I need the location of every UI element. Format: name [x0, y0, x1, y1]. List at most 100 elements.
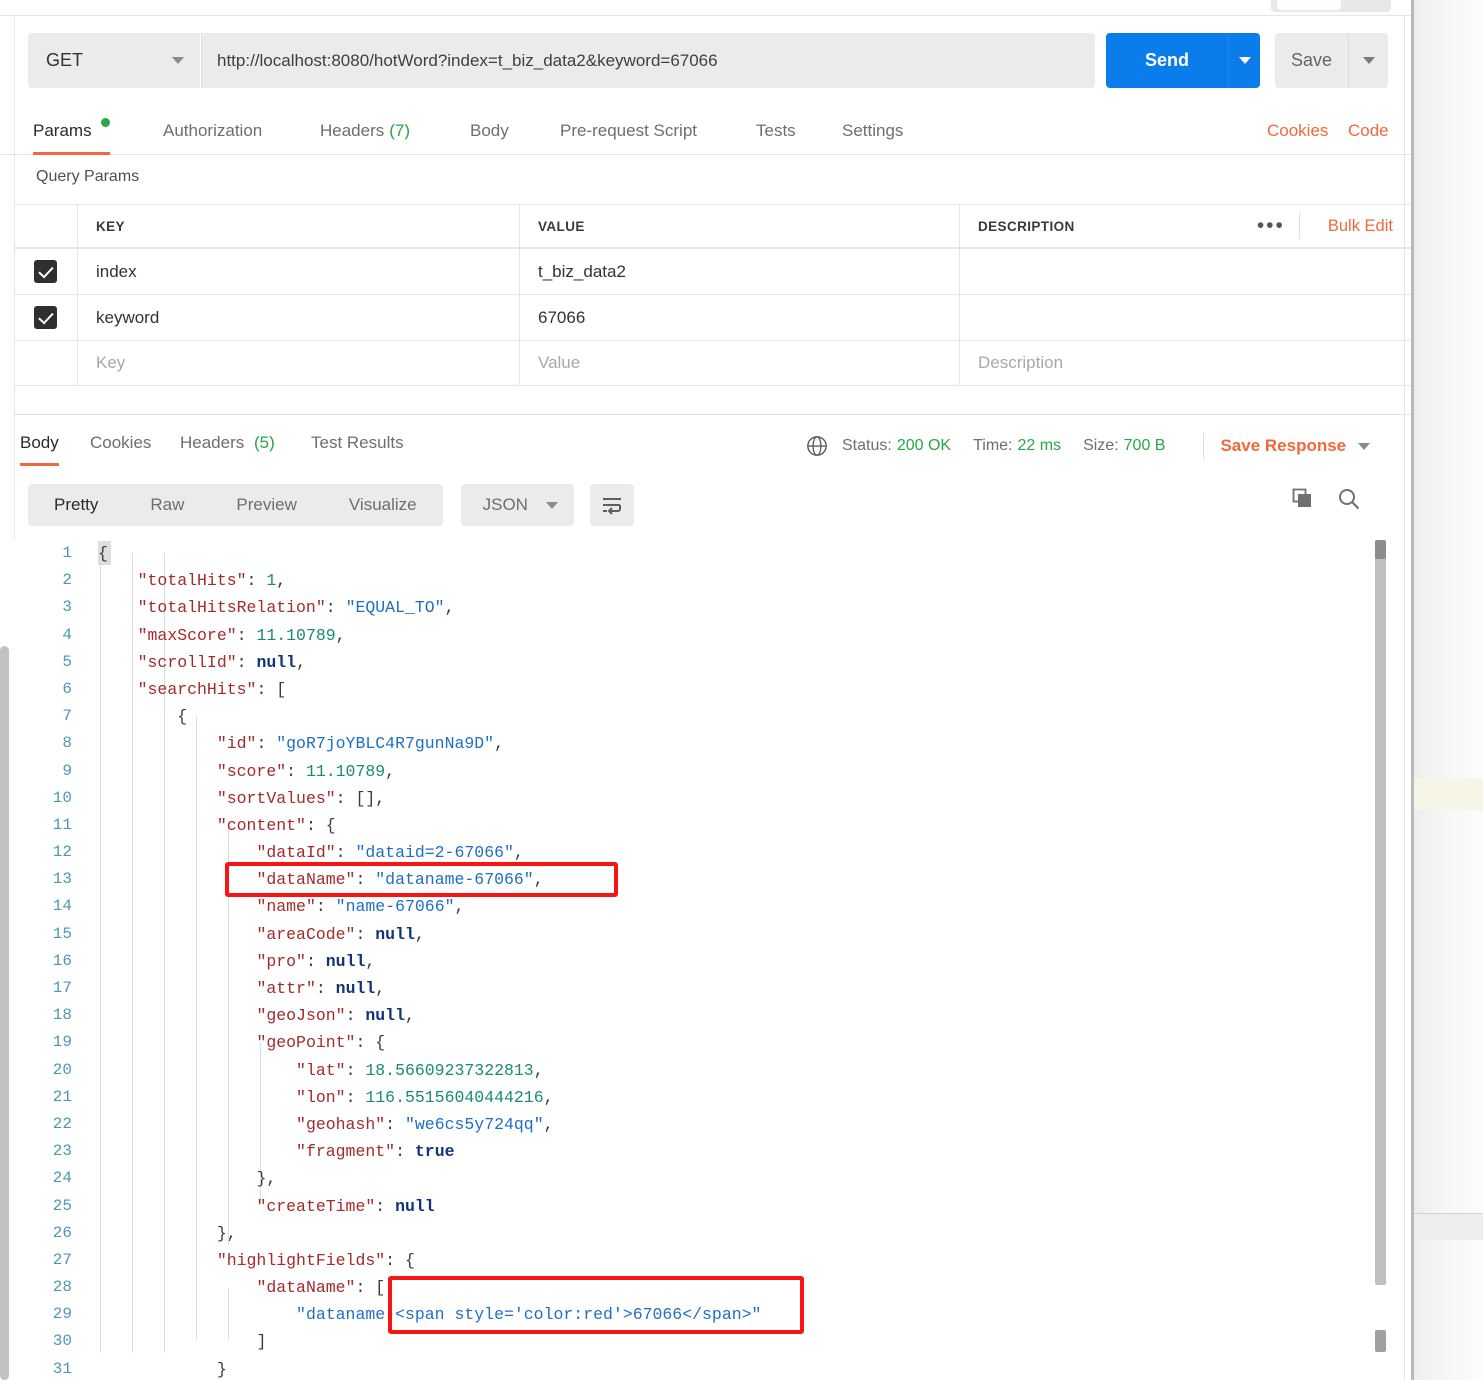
param-key-index[interactable]: index — [96, 262, 137, 282]
tab-response-headers-count: (5) — [254, 433, 275, 452]
code-line[interactable]: } — [98, 1356, 1373, 1380]
line-number: 31 — [52, 1359, 72, 1378]
line-number: 10 — [52, 788, 72, 807]
query-params-title: Query Params — [36, 168, 140, 185]
row-checkbox-keyword[interactable] — [34, 306, 57, 329]
tab-response-headers[interactable]: Headers (5) — [180, 424, 275, 466]
send-options-button[interactable] — [1228, 33, 1260, 88]
more-options-icon[interactable]: ••• — [1257, 215, 1285, 236]
code-line[interactable]: "geoJson": null, — [98, 1002, 1373, 1029]
size-value: 700 B — [1123, 437, 1166, 454]
table-row[interactable]: keyword 67066 — [14, 294, 1411, 340]
table-tools: ••• Bulk Edit — [1257, 213, 1393, 239]
tab-test-results[interactable]: Test Results — [311, 424, 404, 466]
code-line[interactable]: "pro": null, — [98, 948, 1373, 975]
save-options-button[interactable] — [1348, 33, 1388, 88]
code-line[interactable]: ] — [98, 1328, 1373, 1355]
row-checkbox-index[interactable] — [34, 260, 57, 283]
page-scrollbar-left[interactable] — [0, 646, 9, 1380]
tab-settings-label: Settings — [842, 121, 904, 140]
code-scrollbar-thumb-bottom[interactable] — [1375, 1330, 1386, 1352]
code-scrollbar-thumb[interactable] — [1375, 540, 1386, 559]
view-mode-visualize[interactable]: Visualize — [323, 484, 443, 526]
tab-settings[interactable]: Settings — [842, 108, 903, 155]
tab-authorization[interactable]: Authorization — [163, 108, 262, 155]
format-select[interactable]: JSON — [460, 484, 574, 526]
code-line[interactable]: { — [98, 540, 1373, 567]
code-line[interactable]: "lat": 18.56609237322813, — [98, 1057, 1373, 1084]
code-line[interactable]: { — [98, 703, 1373, 730]
save-response-button[interactable]: Save Response — [1220, 436, 1346, 456]
view-mode-pretty[interactable]: Pretty — [28, 484, 124, 526]
param-value-index[interactable]: t_biz_data2 — [538, 262, 626, 282]
code-line[interactable]: "name": "name-67066", — [98, 893, 1373, 920]
new-param-value-input[interactable]: Value — [538, 353, 580, 373]
code-line[interactable]: "id": "goR7joYBLC4R7gunNa9D", — [98, 730, 1373, 757]
tab-response-cookies[interactable]: Cookies — [90, 424, 151, 466]
code-line[interactable]: "highlightFields": { — [98, 1247, 1373, 1274]
code-line[interactable]: }, — [98, 1220, 1373, 1247]
code-line[interactable]: "attr": null, — [98, 975, 1373, 1002]
copy-icon[interactable] — [1291, 487, 1315, 511]
code-line[interactable]: "dataName": [ — [98, 1274, 1373, 1301]
code-line[interactable]: "geoPoint": { — [98, 1029, 1373, 1056]
view-mode-preview[interactable]: Preview — [210, 484, 322, 526]
partial-tab-above[interactable] — [1271, 0, 1391, 12]
size-group: Size: 700 B — [1083, 437, 1165, 455]
new-param-key-input[interactable]: Key — [96, 353, 125, 373]
tab-tests[interactable]: Tests — [756, 108, 796, 155]
tab-body[interactable]: Body — [470, 108, 509, 155]
time-label: Time: — [973, 437, 1013, 454]
code-line[interactable]: "createTime": null — [98, 1193, 1373, 1220]
code-line[interactable]: "dataName": "dataname-67066", — [98, 866, 1373, 893]
line-number: 14 — [52, 897, 72, 916]
line-number: 28 — [52, 1278, 72, 1297]
chevron-down-icon[interactable] — [1358, 442, 1371, 450]
response-meta: Status: 200 OK Time: 22 ms Size: 700 B Save… — [806, 433, 1371, 459]
table-row[interactable]: index t_biz_data2 — [14, 248, 1411, 294]
response-body-code[interactable]: 1 2 3 4 5 6 7 8 9 10 11 12 13 14 15 16 17 18 19 20 21 22 23 24 2… — [14, 540, 1373, 1380]
tab-params[interactable]: Params — [33, 108, 110, 155]
code-line[interactable]: "searchHits": [ — [98, 676, 1373, 703]
code-line[interactable]: "dataname-<span style='color:red'>67066<… — [98, 1301, 1373, 1328]
line-number: 26 — [52, 1223, 72, 1242]
view-mode-raw[interactable]: Raw — [124, 484, 210, 526]
tab-response-body[interactable]: Body — [20, 424, 59, 466]
url-input[interactable]: http://localhost:8080/hotWord?index=t_bi… — [201, 33, 1095, 88]
code-line[interactable]: "lon": 116.55156040444216, — [98, 1084, 1373, 1111]
send-button[interactable]: Send — [1106, 33, 1228, 88]
url-bar: GET http://localhost:8080/hotWord?index=… — [0, 17, 1411, 103]
code-line[interactable]: "scrollId": null, — [98, 649, 1373, 676]
code-link[interactable]: Code — [1348, 121, 1389, 141]
wrap-lines-button[interactable] — [589, 484, 634, 526]
code-line[interactable]: "areaCode": null, — [98, 921, 1373, 948]
globe-icon — [807, 436, 827, 456]
code-line[interactable]: "sortValues": [], — [98, 785, 1373, 812]
code-line[interactable]: "totalHits": 1, — [98, 567, 1373, 594]
code-scrollbar[interactable] — [1375, 540, 1386, 1352]
tab-pre-request-script[interactable]: Pre-request Script — [560, 108, 697, 155]
bulk-edit-button[interactable]: Bulk Edit — [1328, 217, 1393, 236]
new-param-description-input[interactable]: Description — [978, 353, 1063, 373]
line-number: 11 — [52, 815, 72, 834]
tab-headers[interactable]: Headers (7) — [320, 108, 410, 155]
search-icon[interactable] — [1337, 487, 1361, 511]
table-row-empty[interactable]: Key Value Description — [14, 340, 1411, 386]
code-line[interactable]: "content": { — [98, 812, 1373, 839]
code-line[interactable]: "totalHitsRelation": "EQUAL_TO", — [98, 594, 1373, 621]
column-header-description: DESCRIPTION — [978, 218, 1075, 234]
save-button[interactable]: Save — [1275, 33, 1348, 88]
line-number: 9 — [62, 761, 72, 780]
line-number: 16 — [52, 951, 72, 970]
code-line[interactable]: }, — [98, 1165, 1373, 1192]
code-line[interactable]: "dataId": "dataid=2-67066", — [98, 839, 1373, 866]
code-scrollbar-track[interactable] — [1375, 540, 1386, 1285]
param-value-keyword[interactable]: 67066 — [538, 308, 585, 328]
cookies-link[interactable]: Cookies — [1267, 121, 1328, 141]
code-line[interactable]: "geohash": "we6cs5y724qq", — [98, 1111, 1373, 1138]
param-key-keyword[interactable]: keyword — [96, 308, 159, 328]
code-line[interactable]: "fragment": true — [98, 1138, 1373, 1165]
code-line[interactable]: "score": 11.10789, — [98, 758, 1373, 785]
code-line[interactable]: "maxScore": 11.10789, — [98, 622, 1373, 649]
http-method-select[interactable]: GET — [28, 33, 200, 88]
